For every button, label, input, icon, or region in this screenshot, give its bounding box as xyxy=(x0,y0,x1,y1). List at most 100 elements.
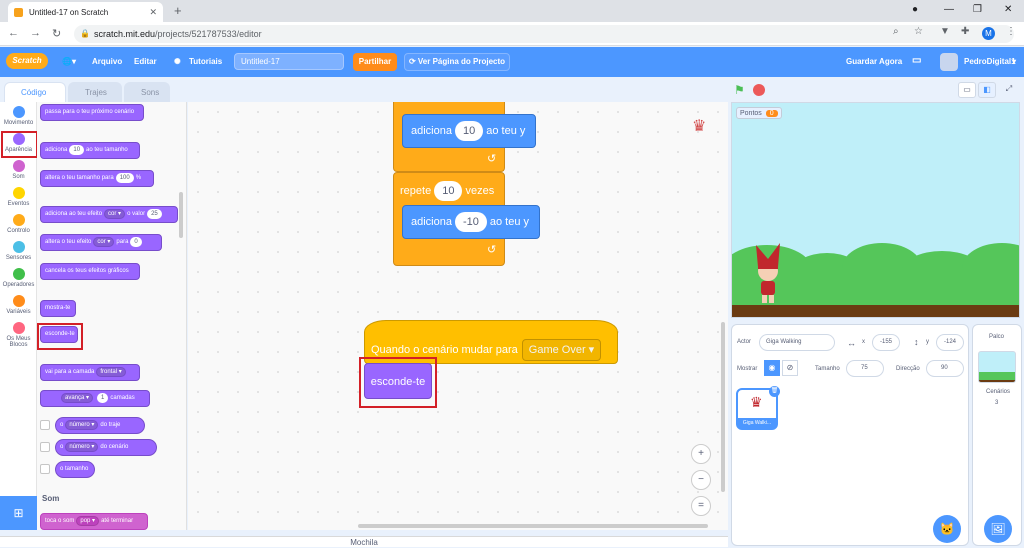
category-som[interactable]: Som xyxy=(0,160,37,180)
block-input[interactable]: 10 xyxy=(69,145,85,155)
add-extension-button[interactable]: ⊞ xyxy=(0,496,37,530)
layer-dropdown[interactable]: frontal ▾ xyxy=(96,367,126,377)
block-go-to-layer[interactable]: vai para a camada frontal ▾ xyxy=(40,364,140,381)
stage-thumbnail[interactable] xyxy=(978,351,1016,383)
share-button[interactable]: Partilhar xyxy=(353,53,397,71)
stop-button[interactable] xyxy=(753,84,765,96)
sound-dropdown[interactable]: pop ▾ xyxy=(76,516,100,526)
size-checkbox[interactable] xyxy=(40,464,50,474)
block-change-y-up[interactable]: adiciona 10 ao teu y xyxy=(402,114,536,148)
show-eye-icon[interactable]: ◉ xyxy=(764,360,780,376)
star-icon[interactable]: ☆ xyxy=(914,26,923,37)
zoom-out-button[interactable]: − xyxy=(691,470,711,490)
user-avatar[interactable] xyxy=(940,53,958,71)
puzzle-icon[interactable]: ✚ xyxy=(961,26,969,37)
project-title-input[interactable]: Untitled-17 xyxy=(234,53,344,70)
block-input[interactable]: 10 xyxy=(454,121,484,142)
green-flag-icon[interactable]: ⚑ xyxy=(734,83,745,97)
backdrop-number-checkbox[interactable] xyxy=(40,442,50,452)
block-input[interactable]: 0 xyxy=(130,237,142,247)
add-backdrop-button[interactable]: 🖼 xyxy=(984,515,1012,543)
globe-icon[interactable]: 🌐▾ xyxy=(62,57,76,66)
large-stage-icon[interactable]: ◧ xyxy=(978,82,996,98)
backpack-bar[interactable]: Mochila xyxy=(0,536,728,547)
category-eventos[interactable]: Eventos xyxy=(0,187,37,207)
category-operadores[interactable]: Operadores xyxy=(0,268,37,288)
profile-avatar[interactable]: M xyxy=(982,27,995,40)
costume-number-checkbox[interactable] xyxy=(40,420,50,430)
block-input[interactable]: -10 xyxy=(454,212,487,233)
block-change-effect[interactable]: adiciona ao teu efeito cor ▾ o valor 25 xyxy=(40,206,178,223)
menu-file[interactable]: Arquivo xyxy=(92,57,122,66)
block-next-backdrop[interactable]: passa para o teu próximo cenário xyxy=(40,104,144,121)
close-tab-icon[interactable]: ✕ xyxy=(149,7,157,18)
block-input[interactable]: 100 xyxy=(115,173,134,183)
block-change-y-down[interactable]: adiciona -10 ao teu y xyxy=(402,205,540,239)
tab-search-icon[interactable]: ● xyxy=(912,4,918,15)
sprite-name-input[interactable]: Giga Walking xyxy=(759,334,835,351)
block-show[interactable]: mostra-te xyxy=(40,300,76,317)
x-input[interactable]: -155 xyxy=(872,334,900,351)
block-size-reporter[interactable]: o tamanho xyxy=(55,461,95,478)
url-field[interactable]: 🔒 scratch.mit.edu/projects/521787533/edi… xyxy=(74,25,1014,43)
category-variáveis[interactable]: Variáveis xyxy=(0,295,37,315)
direction-input[interactable]: 90 xyxy=(926,360,964,377)
block-costume-number[interactable]: o número ▾ do traje xyxy=(55,417,145,434)
block-input[interactable]: 1 xyxy=(97,393,109,403)
backdrop-dropdown[interactable]: Game Over ▾ xyxy=(521,339,602,361)
stage-canvas[interactable]: Pontos 0 xyxy=(731,102,1020,318)
reload-icon[interactable]: ↻ xyxy=(52,27,61,40)
username-menu[interactable]: PedroDigital1 xyxy=(964,57,1016,66)
forward-dropdown[interactable]: avança ▾ xyxy=(61,393,94,403)
category-movimento[interactable]: Movimento xyxy=(0,106,37,126)
costume-number-dropdown[interactable]: número ▾ xyxy=(65,420,99,430)
zoom-search-icon[interactable]: ⌕ xyxy=(893,26,899,37)
fullscreen-icon[interactable]: ⤢ xyxy=(1000,82,1018,98)
effect-dropdown[interactable]: cor ▾ xyxy=(104,209,126,219)
tab-costumes[interactable]: Trajes xyxy=(68,82,122,102)
minimize-icon[interactable]: — xyxy=(944,4,954,15)
effect-dropdown[interactable]: cor ▾ xyxy=(93,237,115,247)
extension-v-icon[interactable]: ▼ xyxy=(940,26,950,37)
block-play-sound-until-done[interactable]: toca o som pop ▾ até terminar xyxy=(40,513,148,530)
hide-eye-icon[interactable]: ⊘ xyxy=(782,360,798,376)
block-backdrop-number[interactable]: o número ▾ do cenário xyxy=(55,439,157,456)
small-stage-icon[interactable]: ▭ xyxy=(958,82,976,98)
block-set-effect[interactable]: altera o teu efeito cor ▾ para 0 xyxy=(40,234,162,251)
category-os-meus-blocos[interactable]: Os Meus Blocos xyxy=(0,322,37,348)
zoom-in-button[interactable]: + xyxy=(691,444,711,464)
block-go-forward-layers[interactable]: avança ▾ 1 camadas xyxy=(40,390,150,407)
block-input[interactable]: 25 xyxy=(147,209,162,219)
scratch-logo[interactable]: Scratch xyxy=(6,53,48,69)
category-sensores[interactable]: Sensores xyxy=(0,241,37,261)
browser-tab[interactable]: Untitled-17 on Scratch ✕ xyxy=(8,2,163,22)
menu-edit[interactable]: Editar xyxy=(134,57,157,66)
delete-sprite-icon[interactable]: 🗑 xyxy=(769,386,780,397)
save-now-button[interactable]: Guardar Agora xyxy=(846,57,902,66)
block-set-size[interactable]: altera o teu tamanho para 100% xyxy=(40,170,154,187)
workspace-horizontal-scrollbar[interactable] xyxy=(358,524,708,528)
size-input[interactable]: 75 xyxy=(846,360,884,377)
new-tab-button[interactable]: + xyxy=(174,3,182,18)
kebab-menu-icon[interactable]: ⋮ xyxy=(1006,26,1016,37)
see-project-page-button[interactable]: ⟳ Ver Página do Projecto xyxy=(404,53,510,71)
tab-code[interactable]: Código xyxy=(4,82,66,102)
block-change-size[interactable]: adiciona 10 ao teu tamanho xyxy=(40,142,140,159)
user-chevron-down-icon[interactable]: ▾ xyxy=(1012,57,1016,66)
block-clear-effects[interactable]: cancela os teus efeitos gráficos xyxy=(40,263,140,280)
category-controlo[interactable]: Controlo xyxy=(0,214,37,234)
add-sprite-button[interactable]: 🐱 xyxy=(933,515,961,543)
palette-scrollbar[interactable] xyxy=(179,192,183,238)
repeat-count-input[interactable]: 10 xyxy=(434,181,463,201)
workspace-vertical-scrollbar[interactable] xyxy=(721,322,725,492)
tab-sounds[interactable]: Sons xyxy=(124,82,170,102)
back-icon[interactable]: ← xyxy=(8,27,19,39)
giga-character-sprite[interactable] xyxy=(748,237,788,307)
menu-tutorials[interactable]: Tutoriais xyxy=(189,57,222,66)
backdrop-number-dropdown[interactable]: número ▾ xyxy=(65,442,99,452)
folder-icon[interactable]: ▭ xyxy=(912,55,921,66)
forward-icon[interactable]: → xyxy=(30,27,41,39)
maximize-icon[interactable]: ❐ xyxy=(973,4,982,15)
y-input[interactable]: -124 xyxy=(936,334,964,351)
close-window-icon[interactable]: ✕ xyxy=(1004,4,1012,15)
